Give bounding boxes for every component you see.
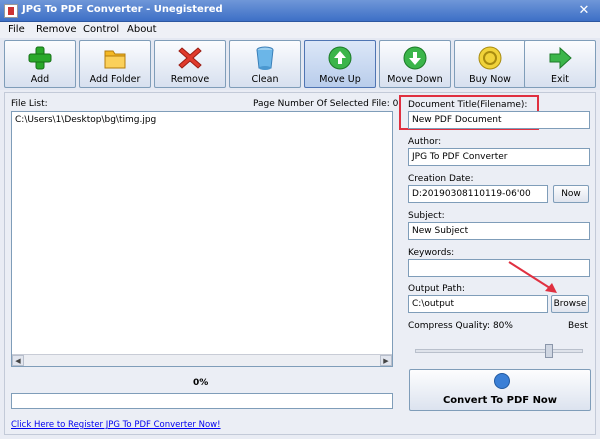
coin-icon xyxy=(478,46,502,70)
convert-button[interactable]: Convert To PDF Now xyxy=(409,369,591,411)
menu-about[interactable]: About xyxy=(127,24,157,35)
move-down-button[interactable]: Move Down xyxy=(379,40,451,88)
convert-icon xyxy=(494,373,510,389)
horizontal-scrollbar[interactable]: ◀ ▶ xyxy=(12,354,392,366)
menu-file[interactable]: File xyxy=(8,24,25,35)
menu-remove[interactable]: Remove xyxy=(36,24,77,35)
clean-label: Clean xyxy=(251,74,279,85)
add-label: Add xyxy=(30,74,50,85)
remove-label: Remove xyxy=(170,74,210,85)
output-path-label: Output Path: xyxy=(408,284,465,294)
remove-button[interactable]: Remove xyxy=(154,40,226,88)
exit-label: Exit xyxy=(551,74,569,85)
doc-title-label: Document Title(Filename): xyxy=(408,100,528,110)
arrow-down-icon xyxy=(403,46,427,70)
compress-slider-track[interactable] xyxy=(415,349,583,353)
buy-now-button[interactable]: Buy Now xyxy=(454,40,526,88)
keywords-label: Keywords: xyxy=(408,248,455,258)
add-folder-button[interactable]: Add Folder xyxy=(79,40,151,88)
convert-label: Convert To PDF Now xyxy=(442,395,558,406)
doc-title-field[interactable]: New PDF Document xyxy=(408,111,590,129)
menu-control[interactable]: Control xyxy=(83,24,119,35)
move-up-label: Move Up xyxy=(319,74,361,85)
buy-now-label: Buy Now xyxy=(469,74,511,85)
move-down-label: Move Down xyxy=(387,74,443,85)
title-bar: JPG To PDF Converter - Unegistered ✕ xyxy=(0,0,600,22)
author-label: Author: xyxy=(408,137,442,147)
remove-x-icon xyxy=(178,47,202,69)
annotation-arrow-icon xyxy=(508,261,557,293)
list-item[interactable]: C:\Users\1\Desktop\bg\timg.jpg xyxy=(15,115,156,125)
file-list-label: File List: xyxy=(11,99,48,109)
main-panel: File List: Page Number Of Selected File:… xyxy=(4,92,596,435)
close-icon[interactable]: ✕ xyxy=(576,3,592,19)
add-button[interactable]: Add xyxy=(4,40,76,88)
bin-icon xyxy=(256,46,274,70)
now-button[interactable]: Now xyxy=(553,185,589,203)
subject-field[interactable]: New Subject xyxy=(408,222,590,240)
window-title: JPG To PDF Converter - Unegistered xyxy=(22,4,223,15)
menu-bar: File Remove Control About xyxy=(0,22,600,38)
add-folder-label: Add Folder xyxy=(89,74,141,85)
author-field[interactable]: JPG To PDF Converter xyxy=(408,148,590,166)
arrow-up-icon xyxy=(328,46,352,70)
plus-icon xyxy=(28,46,52,70)
progress-percent: 0% xyxy=(193,378,209,388)
exit-button[interactable]: Exit xyxy=(524,40,596,88)
toolbar: Add Add Folder Remove Clean Move Up Move… xyxy=(0,38,600,90)
app-icon xyxy=(4,4,18,18)
scroll-left-icon[interactable]: ◀ xyxy=(12,355,24,366)
creation-date-label: Creation Date: xyxy=(408,174,474,184)
progress-bar xyxy=(11,393,393,409)
clean-button[interactable]: Clean xyxy=(229,40,301,88)
folder-icon xyxy=(104,50,126,69)
creation-date-field[interactable]: D:20190308110119-06'00 xyxy=(408,185,548,203)
compress-quality-label: Compress Quality: 80% xyxy=(408,321,513,331)
subject-label: Subject: xyxy=(408,211,445,221)
compress-slider-thumb[interactable] xyxy=(545,344,554,358)
move-up-button[interactable]: Move Up xyxy=(304,40,376,88)
best-label: Best xyxy=(568,321,588,331)
scroll-right-icon[interactable]: ▶ xyxy=(380,355,392,366)
arrow-right-icon xyxy=(549,46,572,70)
file-list[interactable]: C:\Users\1\Desktop\bg\timg.jpg ◀ ▶ xyxy=(11,111,393,367)
register-link[interactable]: Click Here to Register JPG To PDF Conver… xyxy=(11,420,221,430)
page-number-label: Page Number Of Selected File: 0 xyxy=(253,99,399,109)
